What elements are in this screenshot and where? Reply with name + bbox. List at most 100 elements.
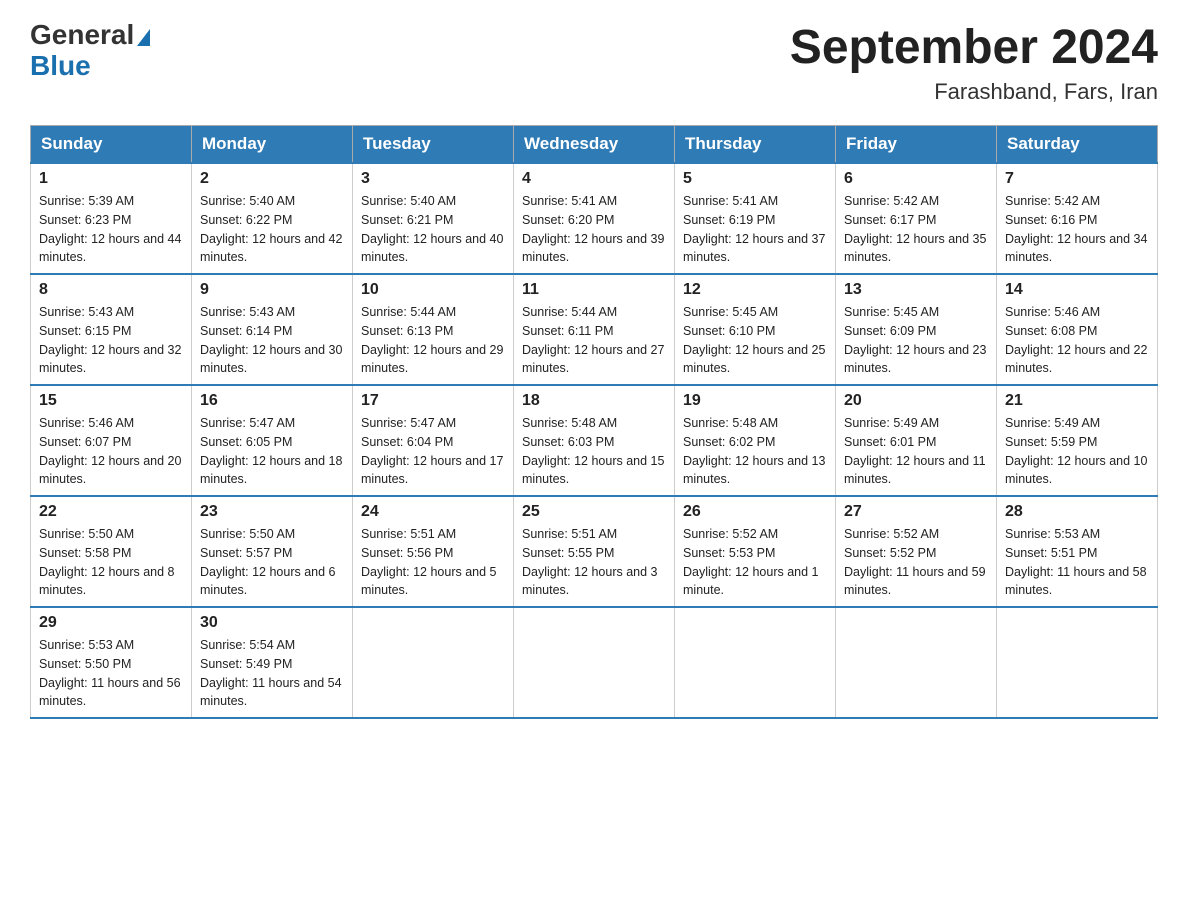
day-number: 17 [361, 392, 505, 410]
calendar-cell [514, 607, 675, 718]
calendar-cell [997, 607, 1158, 718]
calendar-cell: 3 Sunrise: 5:40 AMSunset: 6:21 PMDayligh… [353, 163, 514, 274]
page-header: General Blue September 2024 Farashband, … [30, 20, 1158, 105]
day-info: Sunrise: 5:43 AMSunset: 6:15 PMDaylight:… [39, 303, 183, 378]
calendar-cell: 14 Sunrise: 5:46 AMSunset: 6:08 PMDaylig… [997, 274, 1158, 385]
day-number: 10 [361, 281, 505, 299]
day-info: Sunrise: 5:42 AMSunset: 6:16 PMDaylight:… [1005, 192, 1149, 267]
day-info: Sunrise: 5:52 AMSunset: 5:52 PMDaylight:… [844, 525, 988, 600]
calendar-week-row-4: 22 Sunrise: 5:50 AMSunset: 5:58 PMDaylig… [31, 496, 1158, 607]
day-info: Sunrise: 5:44 AMSunset: 6:11 PMDaylight:… [522, 303, 666, 378]
logo: General Blue [30, 20, 150, 82]
day-info: Sunrise: 5:49 AMSunset: 6:01 PMDaylight:… [844, 414, 988, 489]
day-number: 19 [683, 392, 827, 410]
calendar-cell: 16 Sunrise: 5:47 AMSunset: 6:05 PMDaylig… [192, 385, 353, 496]
day-info: Sunrise: 5:46 AMSunset: 6:08 PMDaylight:… [1005, 303, 1149, 378]
day-number: 24 [361, 503, 505, 521]
day-info: Sunrise: 5:48 AMSunset: 6:02 PMDaylight:… [683, 414, 827, 489]
day-info: Sunrise: 5:50 AMSunset: 5:58 PMDaylight:… [39, 525, 183, 600]
calendar-cell: 1 Sunrise: 5:39 AMSunset: 6:23 PMDayligh… [31, 163, 192, 274]
day-info: Sunrise: 5:51 AMSunset: 5:55 PMDaylight:… [522, 525, 666, 600]
calendar-cell: 21 Sunrise: 5:49 AMSunset: 5:59 PMDaylig… [997, 385, 1158, 496]
calendar-cell: 25 Sunrise: 5:51 AMSunset: 5:55 PMDaylig… [514, 496, 675, 607]
day-info: Sunrise: 5:44 AMSunset: 6:13 PMDaylight:… [361, 303, 505, 378]
day-number: 15 [39, 392, 183, 410]
col-saturday: Saturday [997, 126, 1158, 164]
day-info: Sunrise: 5:43 AMSunset: 6:14 PMDaylight:… [200, 303, 344, 378]
calendar-header-row: Sunday Monday Tuesday Wednesday Thursday… [31, 126, 1158, 164]
day-info: Sunrise: 5:47 AMSunset: 6:04 PMDaylight:… [361, 414, 505, 489]
calendar-cell: 7 Sunrise: 5:42 AMSunset: 6:16 PMDayligh… [997, 163, 1158, 274]
calendar-cell: 10 Sunrise: 5:44 AMSunset: 6:13 PMDaylig… [353, 274, 514, 385]
calendar-cell: 6 Sunrise: 5:42 AMSunset: 6:17 PMDayligh… [836, 163, 997, 274]
location-title: Farashband, Fars, Iran [790, 79, 1158, 105]
day-info: Sunrise: 5:51 AMSunset: 5:56 PMDaylight:… [361, 525, 505, 600]
day-number: 27 [844, 503, 988, 521]
day-number: 20 [844, 392, 988, 410]
day-number: 25 [522, 503, 666, 521]
day-number: 29 [39, 614, 183, 632]
day-number: 6 [844, 170, 988, 188]
day-number: 3 [361, 170, 505, 188]
calendar-cell [353, 607, 514, 718]
calendar-cell [675, 607, 836, 718]
logo-text-blue: Blue [30, 50, 91, 81]
day-info: Sunrise: 5:45 AMSunset: 6:10 PMDaylight:… [683, 303, 827, 378]
day-number: 2 [200, 170, 344, 188]
calendar-cell: 24 Sunrise: 5:51 AMSunset: 5:56 PMDaylig… [353, 496, 514, 607]
calendar-week-row-1: 1 Sunrise: 5:39 AMSunset: 6:23 PMDayligh… [31, 163, 1158, 274]
calendar-cell: 18 Sunrise: 5:48 AMSunset: 6:03 PMDaylig… [514, 385, 675, 496]
title-section: September 2024 Farashband, Fars, Iran [790, 20, 1158, 105]
col-tuesday: Tuesday [353, 126, 514, 164]
day-number: 26 [683, 503, 827, 521]
day-info: Sunrise: 5:39 AMSunset: 6:23 PMDaylight:… [39, 192, 183, 267]
calendar-cell: 11 Sunrise: 5:44 AMSunset: 6:11 PMDaylig… [514, 274, 675, 385]
calendar-cell: 15 Sunrise: 5:46 AMSunset: 6:07 PMDaylig… [31, 385, 192, 496]
logo-triangle-icon [137, 29, 150, 46]
col-monday: Monday [192, 126, 353, 164]
day-info: Sunrise: 5:40 AMSunset: 6:22 PMDaylight:… [200, 192, 344, 267]
day-number: 14 [1005, 281, 1149, 299]
day-number: 8 [39, 281, 183, 299]
calendar-cell: 5 Sunrise: 5:41 AMSunset: 6:19 PMDayligh… [675, 163, 836, 274]
day-number: 4 [522, 170, 666, 188]
col-wednesday: Wednesday [514, 126, 675, 164]
calendar-cell: 19 Sunrise: 5:48 AMSunset: 6:02 PMDaylig… [675, 385, 836, 496]
calendar-cell: 28 Sunrise: 5:53 AMSunset: 5:51 PMDaylig… [997, 496, 1158, 607]
col-thursday: Thursday [675, 126, 836, 164]
day-number: 22 [39, 503, 183, 521]
calendar-week-row-2: 8 Sunrise: 5:43 AMSunset: 6:15 PMDayligh… [31, 274, 1158, 385]
day-info: Sunrise: 5:54 AMSunset: 5:49 PMDaylight:… [200, 636, 344, 711]
day-number: 9 [200, 281, 344, 299]
col-sunday: Sunday [31, 126, 192, 164]
day-number: 11 [522, 281, 666, 299]
calendar-cell: 23 Sunrise: 5:50 AMSunset: 5:57 PMDaylig… [192, 496, 353, 607]
logo-text-general: General [30, 19, 134, 50]
day-number: 1 [39, 170, 183, 188]
calendar-cell: 8 Sunrise: 5:43 AMSunset: 6:15 PMDayligh… [31, 274, 192, 385]
calendar-cell: 27 Sunrise: 5:52 AMSunset: 5:52 PMDaylig… [836, 496, 997, 607]
day-info: Sunrise: 5:52 AMSunset: 5:53 PMDaylight:… [683, 525, 827, 600]
calendar-week-row-3: 15 Sunrise: 5:46 AMSunset: 6:07 PMDaylig… [31, 385, 1158, 496]
day-info: Sunrise: 5:47 AMSunset: 6:05 PMDaylight:… [200, 414, 344, 489]
day-info: Sunrise: 5:46 AMSunset: 6:07 PMDaylight:… [39, 414, 183, 489]
day-number: 23 [200, 503, 344, 521]
day-number: 5 [683, 170, 827, 188]
day-number: 7 [1005, 170, 1149, 188]
day-info: Sunrise: 5:41 AMSunset: 6:20 PMDaylight:… [522, 192, 666, 267]
calendar-cell: 29 Sunrise: 5:53 AMSunset: 5:50 PMDaylig… [31, 607, 192, 718]
day-info: Sunrise: 5:53 AMSunset: 5:50 PMDaylight:… [39, 636, 183, 711]
calendar-cell: 22 Sunrise: 5:50 AMSunset: 5:58 PMDaylig… [31, 496, 192, 607]
day-number: 13 [844, 281, 988, 299]
calendar-cell: 20 Sunrise: 5:49 AMSunset: 6:01 PMDaylig… [836, 385, 997, 496]
calendar-cell [836, 607, 997, 718]
day-number: 21 [1005, 392, 1149, 410]
col-friday: Friday [836, 126, 997, 164]
day-info: Sunrise: 5:40 AMSunset: 6:21 PMDaylight:… [361, 192, 505, 267]
calendar-cell: 30 Sunrise: 5:54 AMSunset: 5:49 PMDaylig… [192, 607, 353, 718]
day-number: 16 [200, 392, 344, 410]
day-number: 18 [522, 392, 666, 410]
day-number: 28 [1005, 503, 1149, 521]
day-info: Sunrise: 5:48 AMSunset: 6:03 PMDaylight:… [522, 414, 666, 489]
calendar-cell: 26 Sunrise: 5:52 AMSunset: 5:53 PMDaylig… [675, 496, 836, 607]
